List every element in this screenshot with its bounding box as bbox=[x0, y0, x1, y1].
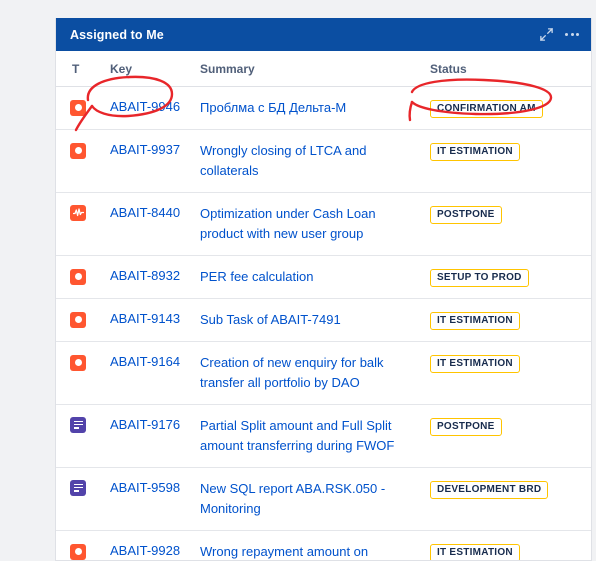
issue-key-link[interactable]: ABAIT-9946 bbox=[110, 99, 180, 114]
table-row: ABAIT-9598 New SQL report ABA.RSK.050 - M… bbox=[56, 467, 591, 531]
cell-status: IT ESTIMATION bbox=[430, 530, 591, 560]
cell-key: ABAIT-9928 bbox=[110, 530, 200, 560]
issue-key-link[interactable]: ABAIT-9164 bbox=[110, 354, 180, 369]
cell-summary: Creation of new enquiry for balk transfe… bbox=[200, 341, 430, 405]
bug-icon[interactable] bbox=[70, 99, 86, 116]
cell-summary: New SQL report ABA.RSK.050 - Monitoring bbox=[200, 467, 430, 531]
bug-icon[interactable] bbox=[70, 354, 86, 371]
issues-table: T Key Summary Status ABAIT-9946 Проблма с… bbox=[56, 51, 591, 560]
table-row: ABAIT-9946 Проблма с БД Дельта-М CONFIRMAT… bbox=[56, 86, 591, 130]
cell-status: IT ESTIMATION bbox=[430, 298, 591, 342]
status-badge[interactable]: POSTPONE bbox=[430, 418, 502, 436]
cell-summary: Wrong repayment amount on LD0000104077 a… bbox=[200, 530, 430, 560]
status-badge[interactable]: DEVELOPMENT BRD bbox=[430, 481, 549, 499]
cell-status: SETUP TO PROD bbox=[430, 255, 591, 299]
issue-summary-link[interactable]: Проблма с БД Дельта-М bbox=[200, 98, 430, 118]
cell-key: ABAIT-9143 bbox=[110, 298, 200, 342]
gadget-title: Assigned to Me bbox=[70, 27, 164, 42]
issue-key-link[interactable]: ABAIT-9937 bbox=[110, 142, 180, 157]
cell-key: ABAIT-9164 bbox=[110, 341, 200, 405]
column-header-key[interactable]: Key bbox=[110, 51, 200, 87]
cell-type bbox=[56, 530, 110, 560]
cell-key: ABAIT-9946 bbox=[110, 86, 200, 130]
issue-key-link[interactable]: ABAIT-9598 bbox=[110, 480, 180, 495]
table-row: ABAIT-9928 Wrong repayment amount on LD00… bbox=[56, 530, 591, 560]
table-row: ABAIT-9143 Sub Task of ABAIT-7491 IT ESTIM… bbox=[56, 298, 591, 342]
cell-status: CONFIRMATION AM bbox=[430, 86, 591, 130]
cell-type bbox=[56, 341, 110, 405]
issue-key-link[interactable]: ABAIT-9143 bbox=[110, 311, 180, 326]
cell-type bbox=[56, 404, 110, 468]
cell-key: ABAIT-8440 bbox=[110, 192, 200, 256]
bug-icon[interactable] bbox=[70, 311, 86, 328]
cell-type bbox=[56, 129, 110, 193]
cell-key: ABAIT-9598 bbox=[110, 467, 200, 531]
table-header-row: T Key Summary Status bbox=[56, 51, 591, 87]
table-row: ABAIT-9937 Wrongly closing of LTCA and co… bbox=[56, 129, 591, 193]
bug-icon[interactable] bbox=[70, 543, 86, 560]
issue-key-link[interactable]: ABAIT-9928 bbox=[110, 543, 180, 558]
issue-summary-link[interactable]: PER fee calculation bbox=[200, 267, 430, 287]
gadget-header: Assigned to Me bbox=[56, 18, 591, 51]
expand-icon[interactable] bbox=[539, 27, 554, 42]
issue-summary-link[interactable]: Optimization under Cash Loan product wit… bbox=[200, 204, 430, 244]
status-badge[interactable]: IT ESTIMATION bbox=[430, 544, 520, 560]
cell-summary: Optimization under Cash Loan product wit… bbox=[200, 192, 430, 256]
cell-summary: PER fee calculation bbox=[200, 255, 430, 299]
issue-key-link[interactable]: ABAIT-9176 bbox=[110, 417, 180, 432]
cell-summary: Sub Task of ABAIT-7491 bbox=[200, 298, 430, 342]
status-badge[interactable]: IT ESTIMATION bbox=[430, 143, 520, 161]
table-row: ABAIT-9164 Creation of new enquiry for ba… bbox=[56, 341, 591, 405]
cell-type bbox=[56, 298, 110, 342]
status-badge[interactable]: POSTPONE bbox=[430, 206, 502, 224]
table-row: ABAIT-9176 Partial Split amount and Full … bbox=[56, 404, 591, 468]
cell-key: ABAIT-8932 bbox=[110, 255, 200, 299]
bug-icon[interactable] bbox=[70, 268, 86, 285]
gadget-header-actions bbox=[539, 27, 579, 42]
cell-key: ABAIT-9937 bbox=[110, 129, 200, 193]
status-badge[interactable]: SETUP TO PROD bbox=[430, 269, 529, 287]
cell-status: POSTPONE bbox=[430, 404, 591, 468]
cell-type bbox=[56, 86, 110, 130]
issue-summary-link[interactable]: Sub Task of ABAIT-7491 bbox=[200, 310, 430, 330]
table-row: ABAIT-8440 Optimization under Cash Loan p… bbox=[56, 192, 591, 256]
issues-table-body: ABAIT-9946 Проблма с БД Дельта-М CONFIRMAT… bbox=[56, 86, 591, 560]
cell-type bbox=[56, 255, 110, 299]
column-header-type[interactable]: T bbox=[56, 51, 110, 87]
cell-status: DEVELOPMENT BRD bbox=[430, 467, 591, 531]
cell-type bbox=[56, 467, 110, 531]
cell-type bbox=[56, 192, 110, 256]
issue-key-link[interactable]: ABAIT-8932 bbox=[110, 268, 180, 283]
cell-summary: Проблма с БД Дельта-М bbox=[200, 86, 430, 130]
more-options-icon[interactable] bbox=[565, 30, 579, 39]
table-row: ABAIT-8932 PER fee calculation SETUP TO PR… bbox=[56, 255, 591, 299]
story-icon[interactable] bbox=[70, 479, 86, 496]
status-badge[interactable]: CONFIRMATION AM bbox=[430, 100, 543, 118]
issue-key-link[interactable]: ABAIT-8440 bbox=[110, 205, 180, 220]
cell-status: POSTPONE bbox=[430, 192, 591, 256]
cell-status: IT ESTIMATION bbox=[430, 129, 591, 193]
status-badge[interactable]: IT ESTIMATION bbox=[430, 355, 520, 373]
issue-summary-link[interactable]: Wrongly closing of LTCA and collaterals bbox=[200, 141, 430, 181]
bug-icon[interactable] bbox=[70, 142, 86, 159]
cell-status: IT ESTIMATION bbox=[430, 341, 591, 405]
improvement-icon[interactable] bbox=[70, 204, 86, 221]
cell-key: ABAIT-9176 bbox=[110, 404, 200, 468]
cell-summary: Wrongly closing of LTCA and collaterals bbox=[200, 129, 430, 193]
column-header-status[interactable]: Status bbox=[430, 51, 591, 87]
cell-summary: Partial Split amount and Full Split amou… bbox=[200, 404, 430, 468]
issue-summary-link[interactable]: Partial Split amount and Full Split amou… bbox=[200, 416, 430, 456]
issue-summary-link[interactable]: New SQL report ABA.RSK.050 - Monitoring bbox=[200, 479, 430, 519]
column-header-summary[interactable]: Summary bbox=[200, 51, 430, 87]
story-icon[interactable] bbox=[70, 416, 86, 433]
issue-summary-link[interactable]: Creation of new enquiry for balk transfe… bbox=[200, 353, 430, 393]
assigned-to-me-gadget: Assigned to Me T Key Summary Status ABAI… bbox=[55, 18, 592, 561]
issue-summary-link[interactable]: Wrong repayment amount on LD0000104077 a… bbox=[200, 542, 430, 560]
status-badge[interactable]: IT ESTIMATION bbox=[430, 312, 520, 330]
